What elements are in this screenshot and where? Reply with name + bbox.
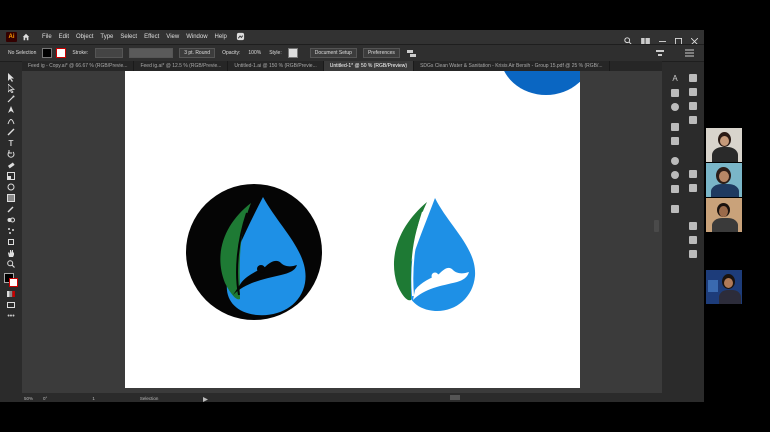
- preferences-button[interactable]: Preferences: [362, 48, 400, 58]
- artboard[interactable]: [125, 71, 580, 388]
- water-logo-badge[interactable]: [185, 183, 323, 321]
- eyedropper-tool-icon[interactable]: [6, 204, 16, 214]
- right-panels: A: [666, 71, 704, 393]
- more-tools-icon[interactable]: •••: [6, 311, 16, 321]
- tab-untitled-1[interactable]: Untitled-1* @ 50 % (RGB/Preview): [323, 61, 415, 71]
- transparency-panel-icon[interactable]: [689, 250, 697, 258]
- artboard-number[interactable]: 1: [92, 396, 95, 401]
- pen-tool-icon[interactable]: [6, 105, 16, 115]
- direct-selection-tool-icon[interactable]: [6, 83, 16, 93]
- align-panel-icon[interactable]: [671, 137, 679, 145]
- zoom-level[interactable]: 50%: [24, 396, 33, 401]
- stroke-label: Stroke:: [72, 50, 89, 56]
- tab-feed-ig-copy[interactable]: Feed ig - Copy.ai* @ 66.67 % (RGB/Previe…: [22, 61, 135, 71]
- transform-panel-icon[interactable]: [671, 123, 679, 131]
- menu-type[interactable]: Type: [100, 34, 113, 40]
- character-panel-icon[interactable]: A: [672, 74, 677, 83]
- stroke-weight-field[interactable]: [95, 48, 124, 58]
- home-icon[interactable]: [22, 32, 32, 42]
- opacity-label: Opacity:: [222, 50, 241, 56]
- water-logo-plain[interactable]: [383, 196, 483, 316]
- vertical-scrollbar-thumb[interactable]: [654, 220, 659, 232]
- fill-swatch[interactable]: [42, 48, 53, 58]
- selection-tool-icon[interactable]: [6, 72, 16, 82]
- panel-column-right: [686, 71, 700, 261]
- rotation-angle[interactable]: 0°: [43, 396, 47, 401]
- panel-menu-icon[interactable]: [685, 44, 694, 62]
- menu-object[interactable]: Object: [76, 34, 93, 40]
- color-panel-icon[interactable]: [671, 157, 679, 165]
- illustrator-window: Ai File Edit Object Type Select Effect V…: [0, 30, 704, 402]
- opacity-value[interactable]: 100%: [248, 50, 261, 56]
- current-tool: Selection: [139, 395, 159, 401]
- play-icon[interactable]: [203, 389, 209, 402]
- stroke-panel-icon[interactable]: [689, 222, 697, 230]
- pathfinder-panel-icon[interactable]: [671, 185, 679, 193]
- plain-water-dot: [431, 272, 439, 280]
- style-swatch[interactable]: [287, 48, 298, 58]
- gradient-tool-icon[interactable]: [6, 193, 16, 203]
- document-tabs: Feed ig - Copy.ai* @ 66.67 % (RGB/Previe…: [22, 61, 662, 71]
- magic-wand-tool-icon[interactable]: [6, 94, 16, 104]
- paintbrush-tool-icon[interactable]: [6, 127, 16, 137]
- color-guide-panel-icon[interactable]: [671, 171, 679, 179]
- hand-tool-icon[interactable]: [6, 248, 16, 258]
- screen-mode-icon[interactable]: [6, 300, 16, 310]
- menu-help[interactable]: Help: [215, 34, 227, 40]
- blend-tool-icon[interactable]: [6, 215, 16, 225]
- style-label: Style:: [269, 50, 282, 56]
- align-icon[interactable]: [656, 44, 664, 62]
- tab-untitled-1-ai[interactable]: Untitled-1.ai @ 150 % (RGB/Previe...: [228, 61, 324, 71]
- brushes-panel-icon[interactable]: [689, 184, 697, 192]
- status-bar: 50% 0° 1 Selection: [0, 394, 704, 402]
- curvature-tool-icon[interactable]: [6, 116, 16, 126]
- rotate-tool-icon[interactable]: [6, 149, 16, 159]
- participant-video-3: [706, 198, 742, 232]
- eraser-tool-icon[interactable]: [6, 160, 16, 170]
- opentype-panel-icon[interactable]: [671, 103, 679, 111]
- brush-definition-dropdown[interactable]: 3 pt. Round: [179, 48, 216, 58]
- scale-tool-icon[interactable]: [6, 171, 16, 181]
- tab-feed-ig[interactable]: Feed ig.ai* @ 12.5 % (RGB/Previe...: [134, 61, 229, 71]
- libraries-panel-icon[interactable]: [689, 88, 697, 96]
- asset-export-panel-icon[interactable]: [689, 116, 697, 124]
- swatches-panel-icon[interactable]: [689, 170, 697, 178]
- variable-width-field[interactable]: [129, 48, 174, 58]
- badge-water-dot: [257, 265, 265, 273]
- properties-panel-icon[interactable]: [689, 102, 697, 110]
- menu-view[interactable]: View: [166, 34, 179, 40]
- tab-sdgs-pdf[interactable]: SDGs Clean Water & Sanitation - Krisis A…: [414, 61, 610, 71]
- menu-select[interactable]: Select: [120, 34, 137, 40]
- comments-panel-icon[interactable]: [671, 205, 679, 213]
- canvas-area[interactable]: [22, 71, 662, 393]
- menu-window[interactable]: Window: [186, 34, 207, 40]
- paragraph-panel-icon[interactable]: [671, 89, 679, 97]
- participant-video-1: [706, 128, 742, 162]
- warp-tool-icon[interactable]: [6, 182, 16, 192]
- selection-status: No Selection: [8, 50, 37, 56]
- arrange-icon[interactable]: [406, 44, 417, 62]
- menu-bar: Ai File Edit Object Type Select Effect V…: [0, 30, 704, 46]
- panel-column-left: A: [668, 71, 682, 216]
- stroke-swatch[interactable]: [56, 48, 67, 58]
- control-bar: No Selection Stroke: 3 pt. Round Opacity…: [0, 44, 704, 62]
- menu-file[interactable]: File: [42, 34, 52, 40]
- artboard-tool-icon[interactable]: [6, 237, 16, 247]
- participant-video-2: [706, 163, 742, 197]
- gradient-panel-icon[interactable]: [689, 236, 697, 244]
- color-mode-icon[interactable]: [6, 289, 16, 299]
- horizontal-scrollbar-thumb[interactable]: [450, 395, 460, 400]
- menu-edit[interactable]: Edit: [59, 34, 69, 40]
- symbol-sprayer-tool-icon[interactable]: [6, 226, 16, 236]
- layers-panel-icon[interactable]: [689, 74, 697, 82]
- participant-video-4: [706, 270, 742, 304]
- zoom-tool-icon[interactable]: [6, 259, 16, 269]
- illustrator-logo: Ai: [6, 32, 17, 42]
- type-tool-icon[interactable]: T: [6, 138, 16, 148]
- document-setup-button[interactable]: Document Setup: [309, 48, 357, 58]
- fill-stroke-widget[interactable]: [4, 273, 18, 287]
- menu-effect[interactable]: Effect: [144, 34, 159, 40]
- tools-panel: T •••: [3, 72, 19, 352]
- blue-circle-shape[interactable]: [500, 71, 580, 95]
